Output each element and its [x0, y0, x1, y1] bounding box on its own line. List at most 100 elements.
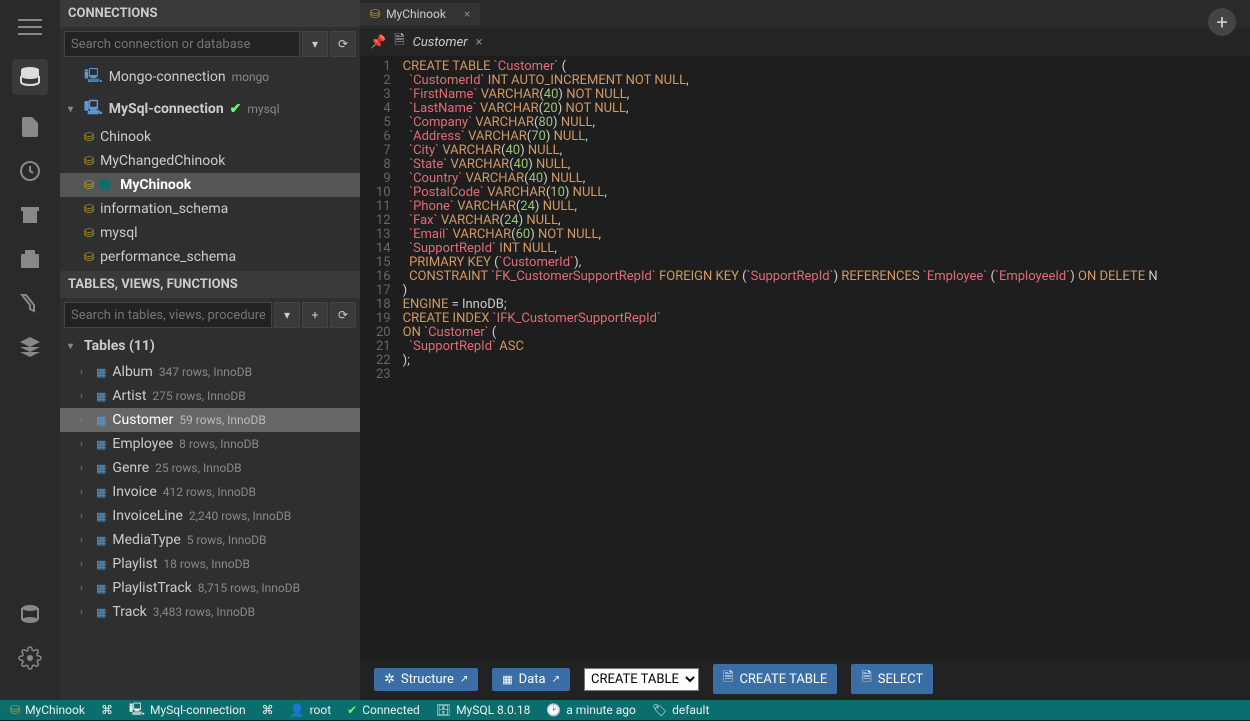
table-name: PlaylistTrack: [112, 580, 191, 596]
status-db[interactable]: ⛁MyChinook: [10, 703, 85, 717]
code-editor[interactable]: 1234567891011121314151617181920212223 CR…: [360, 56, 1250, 658]
table-item[interactable]: ›▦Playlist 18 rows, InnoDB: [60, 552, 360, 576]
table-item[interactable]: ›▦Artist 275 rows, InnoDB: [60, 384, 360, 408]
data-button[interactable]: ▦ Data ↗: [492, 668, 570, 691]
menu-icon[interactable]: [18, 15, 42, 39]
tab-bar: ⛁ MyChinook × +: [360, 0, 1250, 28]
table-item[interactable]: ›▦Album 347 rows, InnoDB: [60, 360, 360, 384]
connection-item[interactable]: ⛁ mysql: [60, 221, 360, 245]
close-icon[interactable]: ×: [476, 35, 483, 50]
refresh-button[interactable]: ⟳: [330, 31, 356, 57]
chevron-right-icon: ›: [80, 415, 90, 426]
settings-icon[interactable]: [18, 646, 42, 670]
table-icon: ▦: [96, 510, 106, 523]
create-dropdown[interactable]: CREATE TABLE: [584, 668, 699, 691]
tables-header: TABLES, VIEWS, FUNCTIONS: [60, 271, 360, 298]
connection-item[interactable]: 🖳Mongo-connectionmongo: [60, 61, 360, 93]
table-item[interactable]: ›▦Track 3,483 rows, InnoDB: [60, 600, 360, 624]
line-gutter: 1234567891011121314151617181920212223: [360, 56, 403, 658]
status-terminal[interactable]: ⌘: [101, 703, 113, 717]
table-item[interactable]: ›▦PlaylistTrack 8,715 rows, InnoDB: [60, 576, 360, 600]
status-terminal2[interactable]: ⌘: [262, 703, 274, 717]
connection-item[interactable]: ▾🖳MySql-connection✔mysql: [60, 93, 360, 125]
archive-icon[interactable]: [18, 203, 42, 227]
refresh-tables-button[interactable]: ⟳: [330, 302, 356, 328]
structure-button[interactable]: ✲ Structure ↗: [374, 668, 478, 691]
status-user[interactable]: 👤root: [290, 703, 332, 717]
table-item[interactable]: ›▦InvoiceLine 2,240 rows, InnoDB: [60, 504, 360, 528]
table-meta: 3,483 rows, InnoDB: [153, 605, 255, 619]
tag-icon: 🏷: [652, 703, 667, 717]
status-schema[interactable]: 🏷default: [652, 703, 710, 717]
table-meta: 347 rows, InnoDB: [159, 365, 252, 379]
activity-bar: [0, 0, 60, 700]
database-icon[interactable]: [12, 59, 48, 95]
sub-tab-bar: 📌 🗎 Customer ×: [360, 28, 1250, 56]
chevron-right-icon: ›: [80, 535, 90, 546]
table-meta: 59 rows, InnoDB: [179, 413, 266, 427]
add-tab-button[interactable]: +: [1208, 8, 1236, 36]
connections-header: CONNECTIONS: [60, 0, 360, 27]
table-name: Album: [112, 364, 152, 380]
connection-meta: mysql: [247, 102, 279, 116]
table-name: Genre: [112, 460, 149, 476]
plugin-icon[interactable]: [18, 247, 42, 271]
status-time[interactable]: 🕑a minute ago: [546, 703, 636, 717]
connection-item[interactable]: ⛁ MyChinook: [60, 173, 360, 197]
file-icon: 🗎: [394, 31, 404, 53]
connection-item[interactable]: ⛁Chinook: [60, 125, 360, 149]
file-icon[interactable]: [18, 115, 42, 139]
table-item[interactable]: ›▦Employee 8 rows, InnoDB: [60, 432, 360, 456]
close-icon[interactable]: ×: [464, 7, 470, 21]
table-item[interactable]: ›▦Invoice 412 rows, InnoDB: [60, 480, 360, 504]
connection-item[interactable]: ⛁information_schema: [60, 197, 360, 221]
filter-button[interactable]: ▾: [302, 31, 328, 57]
filter-tables-button[interactable]: ▾: [274, 302, 300, 328]
database-icon: ⛁: [84, 226, 94, 240]
bottom-toolbar: ✲ Structure ↗ ▦ Data ↗ CREATE TABLE 🗎 CR…: [360, 658, 1250, 700]
status-connection[interactable]: 🖳MySql-connection: [129, 700, 246, 721]
external-icon: ↗: [552, 674, 560, 685]
table-meta: 25 rows, InnoDB: [155, 461, 242, 475]
connection-item[interactable]: ⛁MyChangedChinook: [60, 149, 360, 173]
terminal-icon: ⌘: [262, 703, 274, 717]
tables-search-input[interactable]: [64, 302, 272, 328]
table-icon: ▦: [96, 438, 106, 451]
table-item[interactable]: ›▦Genre 25 rows, InnoDB: [60, 456, 360, 480]
tab-mychinook[interactable]: ⛁ MyChinook ×: [360, 3, 480, 25]
status-bar: ⛁MyChinook ⌘ 🖳MySql-connection ⌘ 👤root ✔…: [0, 700, 1250, 720]
table-item[interactable]: ›▦MediaType 5 rows, InnoDB: [60, 528, 360, 552]
main-area: ⛁ MyChinook × + 📌 🗎 Customer × 123456789…: [360, 0, 1250, 700]
tables-group[interactable]: ▾ Tables (11): [60, 332, 360, 360]
table-icon: ▦: [96, 582, 106, 595]
check-icon: ✔: [230, 101, 242, 117]
connection-meta: mongo: [232, 70, 270, 84]
status-state[interactable]: ✔Connected: [347, 703, 420, 717]
file-icon: 🗎: [723, 668, 733, 690]
create-table-button[interactable]: 🗎 CREATE TABLE: [713, 664, 837, 694]
code-content[interactable]: CREATE TABLE `Customer` ( `CustomerId` I…: [403, 56, 1250, 658]
active-indicator: [100, 180, 110, 190]
table-item[interactable]: ›▦Customer 59 rows, InnoDB: [60, 408, 360, 432]
table-name: Customer: [112, 412, 173, 428]
table-icon: ▦: [96, 606, 106, 619]
layers-icon[interactable]: [18, 335, 42, 359]
chevron-right-icon: ›: [80, 607, 90, 618]
chevron-down-icon: ▾: [68, 341, 78, 352]
connection-name: mysql: [100, 225, 138, 241]
table-icon: ▦: [502, 673, 512, 686]
cloud-icon[interactable]: [18, 602, 42, 626]
status-server[interactable]: 🗄MySQL 8.0.18: [436, 703, 531, 717]
table-meta: 5 rows, InnoDB: [187, 533, 267, 547]
table-icon: ▦: [96, 534, 106, 547]
pin-icon[interactable]: 📌: [370, 35, 386, 50]
terminal-icon: ⌘: [101, 703, 113, 717]
connections-search-input[interactable]: [64, 31, 300, 57]
connection-name: Chinook: [100, 129, 151, 145]
filter-icon[interactable]: [18, 291, 42, 315]
table-name: Artist: [112, 388, 146, 404]
connection-item[interactable]: ⛁performance_schema: [60, 245, 360, 269]
select-button[interactable]: 🗎 SELECT: [851, 664, 933, 694]
add-button[interactable]: +: [302, 302, 328, 328]
history-icon[interactable]: [18, 159, 42, 183]
